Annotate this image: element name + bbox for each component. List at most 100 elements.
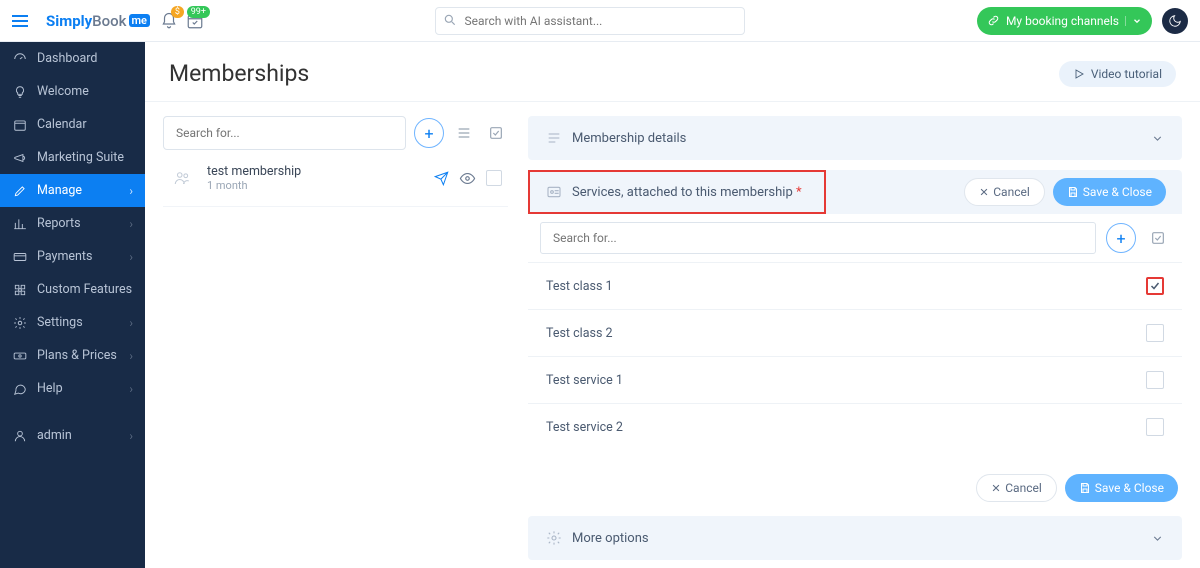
service-name: Test service 2 xyxy=(546,420,623,435)
sidebar-item-manage[interactable]: Manage › xyxy=(0,174,145,207)
chart-icon xyxy=(12,217,27,231)
sidebar-item-marketing[interactable]: Marketing Suite xyxy=(0,141,145,174)
sidebar-item-label: Reports xyxy=(37,216,81,231)
sidebar-item-label: Plans & Prices xyxy=(37,348,117,363)
services-panel-header[interactable]: Services, attached to this membership * xyxy=(528,170,826,214)
pencil-icon xyxy=(12,184,27,198)
sidebar-item-calendar[interactable]: Calendar xyxy=(0,108,145,141)
sidebar-item-label: Manage xyxy=(37,183,82,198)
services-search-input[interactable] xyxy=(540,222,1096,254)
video-tutorial-button[interactable]: Video tutorial xyxy=(1059,61,1176,87)
chevron-right-icon: › xyxy=(129,250,133,264)
sidebar-item-payments[interactable]: Payments › xyxy=(0,240,145,273)
page-title: Memberships xyxy=(169,60,309,87)
brand-book: Book xyxy=(92,12,126,30)
cash-icon xyxy=(12,349,27,363)
details-icon xyxy=(546,130,562,146)
membership-list-item[interactable]: test membership 1 month xyxy=(163,150,508,207)
service-row[interactable]: Test class 1 xyxy=(528,262,1182,309)
cancel-label: Cancel xyxy=(993,185,1030,199)
sidebar-item-label: Help xyxy=(37,381,63,396)
booking-channels-label: My booking channels xyxy=(1006,14,1119,28)
sidebar-item-plans[interactable]: Plans & Prices › xyxy=(0,339,145,372)
sidebar-item-label: Payments xyxy=(37,249,92,264)
service-row[interactable]: Test service 2 xyxy=(528,403,1182,450)
save-label: Save & Close xyxy=(1095,481,1164,495)
add-service-button[interactable]: + xyxy=(1106,223,1136,253)
chevron-right-icon: › xyxy=(129,382,133,396)
theme-toggle-icon[interactable] xyxy=(1162,8,1188,34)
service-name: Test class 2 xyxy=(546,326,613,341)
service-name: Test class 1 xyxy=(546,279,613,294)
user-icon xyxy=(12,429,27,443)
sidebar-item-welcome[interactable]: Welcome xyxy=(0,75,145,108)
service-row[interactable]: Test class 2 xyxy=(528,309,1182,356)
brand-simply: Simply xyxy=(46,12,92,30)
services-panel: Services, attached to this membership * … xyxy=(528,170,1182,450)
booking-channels-button[interactable]: My booking channels xyxy=(977,7,1152,35)
add-membership-button[interactable]: + xyxy=(414,118,444,148)
service-checkbox[interactable] xyxy=(1146,324,1164,342)
save-label: Save & Close xyxy=(1083,185,1152,199)
hamburger-menu-icon[interactable] xyxy=(12,15,40,27)
sidebar-item-custom-features[interactable]: Custom Features xyxy=(0,273,145,306)
chevron-right-icon: › xyxy=(129,316,133,330)
sidebar-item-label: Dashboard xyxy=(37,51,97,66)
calendar-icon xyxy=(12,118,27,132)
sidebar-item-dashboard[interactable]: Dashboard xyxy=(0,42,145,75)
cancel-button-bottom[interactable]: Cancel xyxy=(976,474,1057,502)
cancel-label: Cancel xyxy=(1005,481,1042,495)
sidebar-item-label: Custom Features xyxy=(37,282,132,297)
sidebar-item-admin[interactable]: admin › xyxy=(0,419,145,452)
chevron-right-icon: › xyxy=(129,184,133,198)
membership-name: test membership xyxy=(207,164,422,179)
sidebar-item-settings[interactable]: Settings › xyxy=(0,306,145,339)
sidebar-item-help[interactable]: Help › xyxy=(0,372,145,405)
sidebar-item-label: Welcome xyxy=(37,84,89,99)
service-checkbox[interactable] xyxy=(1146,418,1164,436)
puzzle-icon xyxy=(12,283,27,297)
select-all-services-icon[interactable] xyxy=(1146,226,1170,250)
notifications-bell-icon[interactable]: $ xyxy=(160,12,178,30)
chevron-down-icon xyxy=(1151,132,1164,145)
send-icon[interactable] xyxy=(434,171,449,186)
service-row[interactable]: Test service 1 xyxy=(528,356,1182,403)
save-close-button[interactable]: Save & Close xyxy=(1053,178,1166,206)
chevron-right-icon: › xyxy=(129,429,133,443)
service-checkbox[interactable] xyxy=(1146,371,1164,389)
sidebar-item-reports[interactable]: Reports › xyxy=(0,207,145,240)
top-calendar-icon[interactable]: 99+ xyxy=(186,12,204,30)
sidebar-item-label: Calendar xyxy=(37,117,87,132)
panel-title: More options xyxy=(572,531,649,546)
panel-title: Membership details xyxy=(572,131,686,146)
megaphone-icon xyxy=(12,151,27,165)
bulb-icon xyxy=(12,85,27,99)
eye-icon[interactable] xyxy=(459,170,476,187)
chevron-right-icon: › xyxy=(129,349,133,363)
gauge-icon xyxy=(12,52,27,66)
select-all-icon[interactable] xyxy=(484,121,508,145)
chevron-down-icon xyxy=(1151,532,1164,545)
more-options-panel: More options xyxy=(528,516,1182,560)
card-icon xyxy=(12,250,27,264)
list-icon[interactable] xyxy=(452,121,476,145)
chevron-down-icon xyxy=(1125,16,1142,26)
membership-checkbox[interactable] xyxy=(486,170,502,186)
chevron-right-icon: › xyxy=(129,217,133,231)
video-tutorial-label: Video tutorial xyxy=(1091,67,1162,81)
more-options-header[interactable]: More options xyxy=(528,516,1182,560)
membership-search-input[interactable] xyxy=(163,116,406,150)
service-checkbox[interactable] xyxy=(1146,277,1164,295)
brand-me: me xyxy=(129,14,150,27)
main-content: Memberships Video tutorial + xyxy=(145,42,1200,568)
sidebar-item-label: Settings xyxy=(37,315,83,330)
chat-icon xyxy=(12,382,27,396)
sidebar-item-label: Marketing Suite xyxy=(37,150,124,165)
save-close-button-bottom[interactable]: Save & Close xyxy=(1065,474,1178,502)
membership-duration: 1 month xyxy=(207,179,422,192)
topbar: SimplyBookme $ 99+ My booking ch xyxy=(0,0,1200,42)
cancel-button[interactable]: Cancel xyxy=(964,178,1045,206)
ai-search-input[interactable] xyxy=(435,7,745,35)
brand-logo[interactable]: SimplyBookme xyxy=(46,12,150,30)
membership-details-header[interactable]: Membership details xyxy=(528,116,1182,160)
